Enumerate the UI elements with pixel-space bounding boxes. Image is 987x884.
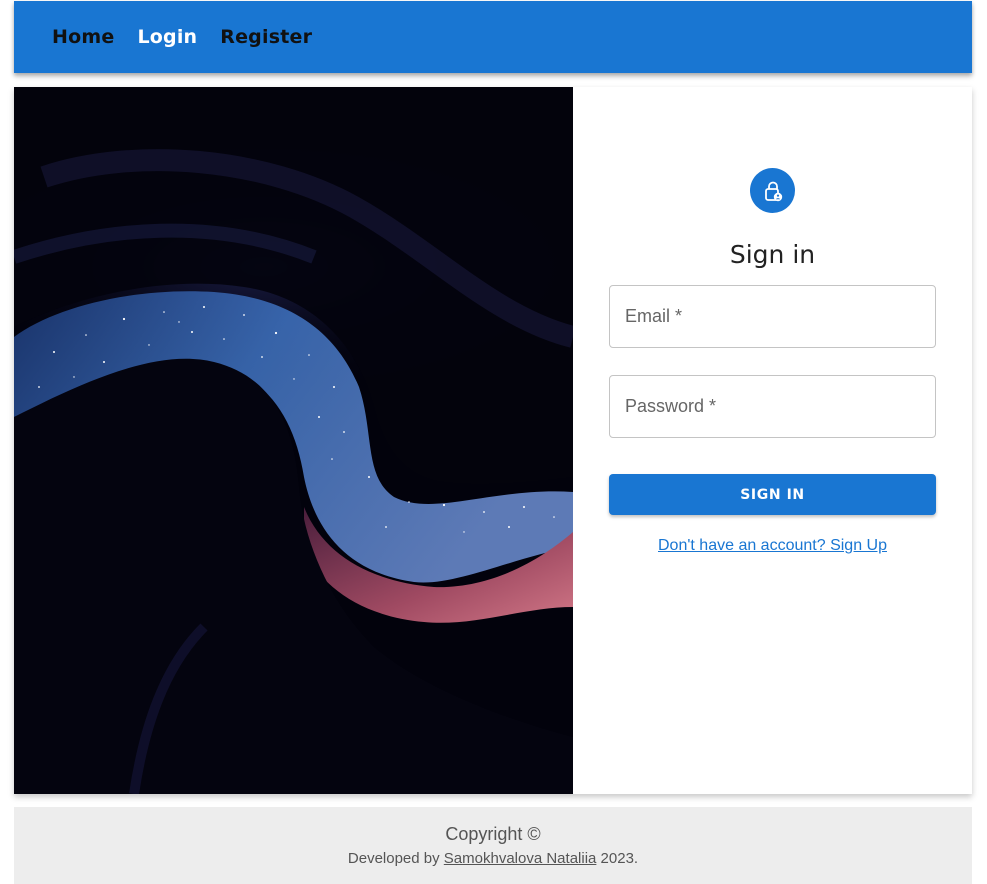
sign-in-button[interactable]: SIGN IN — [609, 474, 936, 515]
nav-login-link[interactable]: Login — [137, 26, 197, 48]
lock-person-icon — [750, 168, 795, 213]
developed-prefix: Developed by — [347, 850, 444, 867]
main-content: Sign in SIGN IN Don't have an account? S… — [14, 87, 972, 794]
nav-home-link[interactable]: Home — [52, 26, 114, 48]
copyright-text: Copyright © — [445, 824, 541, 844]
hero-image — [14, 87, 573, 794]
page-title: Sign in — [729, 239, 816, 269]
year-text: 2023. — [596, 850, 639, 867]
sign-up-link[interactable]: Don't have an account? Sign Up — [573, 537, 972, 555]
nav-register-link[interactable]: Register — [220, 26, 312, 48]
author-link[interactable]: Samokhvalova Nataliia — [444, 850, 597, 867]
password-input[interactable] — [610, 376, 935, 437]
password-field[interactable] — [609, 375, 936, 438]
developed-by-text: Developed by Samokhvalova Nataliia 2023. — [14, 850, 972, 867]
sign-in-panel: Sign in SIGN IN Don't have an account? S… — [573, 87, 972, 794]
email-field[interactable] — [609, 285, 936, 348]
email-input[interactable] — [610, 286, 935, 347]
app-bar: Home Login Register — [14, 1, 972, 73]
footer: Copyright © Developed by Samokhvalova Na… — [14, 807, 972, 884]
